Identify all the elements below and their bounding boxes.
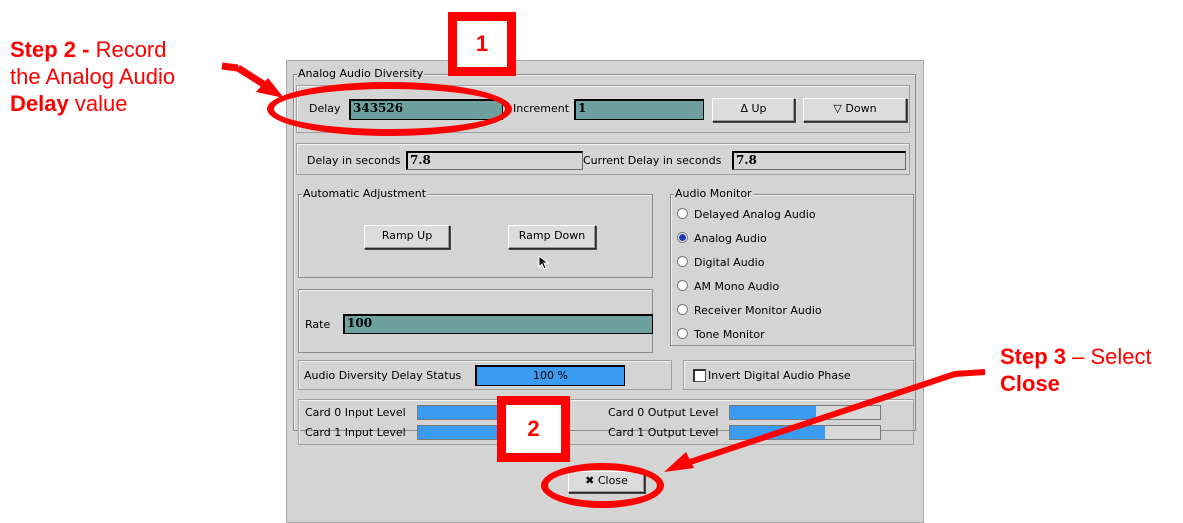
step2-arrow-icon	[221, 62, 284, 98]
step3-arrow-icon	[664, 369, 986, 472]
annotation-arrows	[221, 62, 986, 472]
